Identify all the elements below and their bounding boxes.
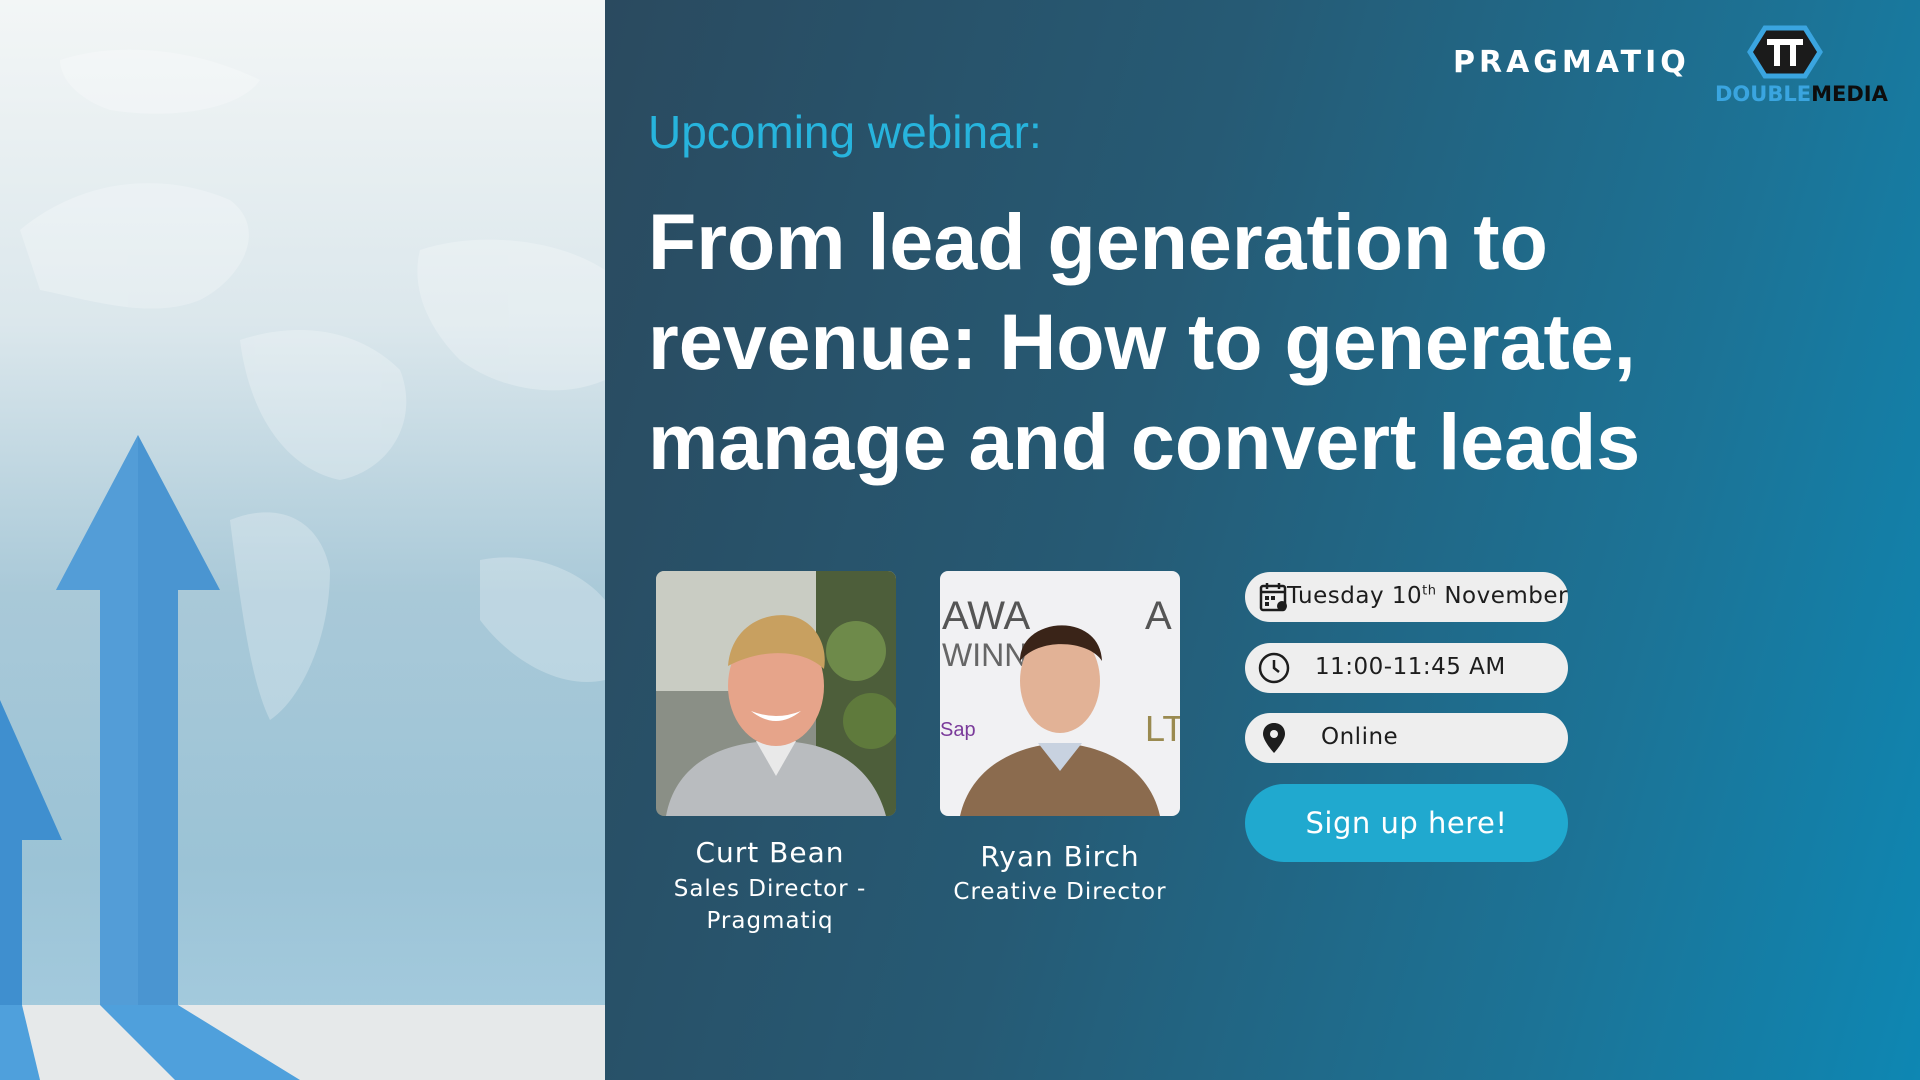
double-media-logo: DOUBLEMEDIA [1715,20,1888,110]
speaker-name: Ryan Birch [980,840,1140,873]
speaker-role: Sales Director - Pragmatiq [656,873,884,937]
date-day: Tuesday 10 [1287,583,1423,609]
svg-text:LT: LT [1145,708,1180,749]
portrait-image [656,571,896,816]
date-pill: Tuesday 10th November [1245,572,1568,622]
time-pill: 11:00-11:45 AM [1245,643,1568,693]
world-map-arrow-graphic [0,49,605,1080]
calendar-icon [1259,583,1287,612]
speaker-photo-curt-bean [656,571,896,816]
double-word: DOUBLE [1715,82,1812,106]
location-pill: Online [1245,713,1568,763]
double-media-wordmark: DOUBLEMEDIA [1715,82,1888,106]
hero-image [0,0,605,1080]
svg-text:A: A [1145,594,1172,638]
speaker-role-line: Sales Director - [673,876,867,902]
location-pin-icon [1263,723,1285,753]
speaker-role: Creative Director [953,879,1167,905]
event-time: 11:00-11:45 AM [1315,654,1506,680]
speaker-photo-ryan-birch: AWA WINN A Sap LT [940,571,1180,816]
svg-text:AWA: AWA [942,594,1030,638]
clock-icon [1258,652,1290,684]
eyebrow-label: Upcoming webinar: [648,106,1042,158]
svg-text:Sap: Sap [940,719,976,741]
double-media-mark-icon [1747,25,1823,79]
pragmatiq-logo: PRAGMATIQ [1453,45,1690,80]
webinar-title: From lead generation to revenue: How to … [648,197,1641,486]
media-word: MEDIA [1811,82,1888,106]
portrait-image: AWA WINN A Sap LT [940,571,1180,816]
date-month: November [1444,583,1568,609]
event-location: Online [1321,724,1399,750]
sign-up-button[interactable]: Sign up here! [1245,784,1568,862]
svg-text:WINN: WINN [942,637,1027,673]
event-date: Tuesday 10th November [1287,583,1568,609]
speaker-name: Curt Bean [695,836,845,869]
pragmatiq-wordmark: PRAGMATIQ [1453,45,1690,80]
date-suffix: th [1422,583,1437,599]
speaker-role-line: Pragmatiq [706,908,834,934]
